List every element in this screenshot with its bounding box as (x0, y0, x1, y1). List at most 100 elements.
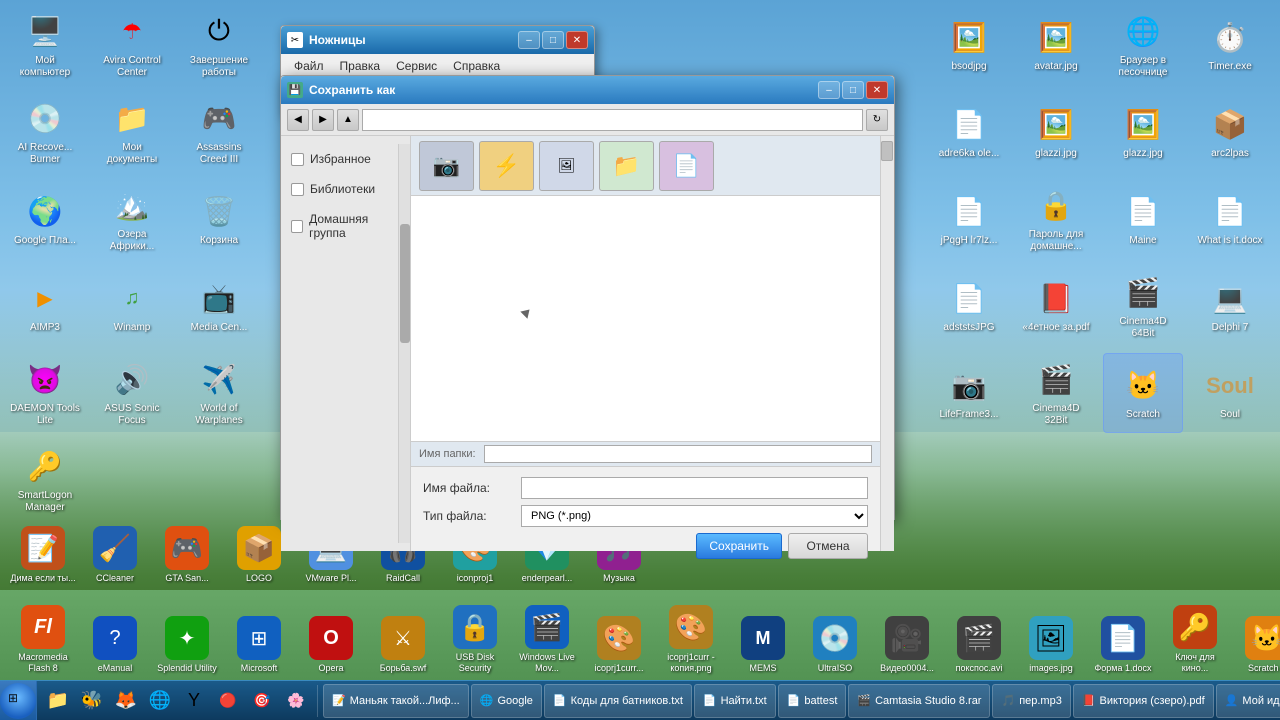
thumbnail-item[interactable]: ⚡ (479, 141, 534, 191)
desktop-icon[interactable]: 📄 adre6ka ole... (929, 92, 1009, 172)
desktop-icon-worldofwarplanes[interactable]: ✈️ World of Warplanes (179, 353, 259, 433)
taskbar-icon-usbsecurity[interactable]: 🔒 USB Disk Security (440, 593, 510, 678)
saveas-refresh-button[interactable]: ↻ (866, 109, 888, 131)
saveas-homegroup-checkbox[interactable] (291, 220, 303, 233)
desktop-icon[interactable]: 💻 Delphi 7 (1190, 266, 1270, 346)
desktop-icon-googleearth[interactable]: 🌍 Google Пла... (5, 179, 85, 259)
desktop-icon[interactable]: 📦 arc2lpas (1190, 92, 1270, 172)
taskbar-app-battest[interactable]: 📄 battest (778, 684, 847, 718)
scissors-close-button[interactable]: ✕ (566, 31, 588, 49)
saveas-libraries-item[interactable]: Библиотеки (281, 174, 410, 204)
saveas-favorites-checkbox[interactable] (291, 153, 304, 166)
taskbar-app-camtasia[interactable]: 🎬 Camtasia Studio 8.rar (848, 684, 990, 718)
thumbnail-item[interactable]: 📄 (659, 141, 714, 191)
desktop-icon[interactable]: 🎬 Cinema4D 32Bit (1016, 353, 1096, 433)
taskbar-icon-mems[interactable]: M MEMS (728, 593, 798, 678)
scissors-maximize-button[interactable]: □ (542, 31, 564, 49)
scissors-menu-service[interactable]: Сервис (388, 56, 445, 76)
taskbar-app-notebook[interactable]: 📝 Маньяк такой...Лиф... (323, 684, 469, 718)
desktop-icon[interactable]: 📄 What is it.docx (1190, 179, 1270, 259)
desktop-icon[interactable]: 📕 «4етное за.pdf (1016, 266, 1096, 346)
quicklaunch-chrome[interactable]: 🌐 (144, 685, 176, 717)
desktop-icon-recycle[interactable]: 🗑️ Корзина (179, 179, 259, 259)
desktop-icon-documents[interactable]: 📁 Мои документы (92, 92, 172, 172)
desktop-icon[interactable]: 🖼️ bsodjpg (929, 5, 1009, 85)
quicklaunch-unknown3[interactable]: 🌸 (280, 685, 312, 717)
taskbar-app-mp3[interactable]: 🎵 пер.mp3 (992, 684, 1070, 718)
desktop-icon-aimp[interactable]: ▶ AIMP3 (5, 266, 85, 346)
saveas-favorites-item[interactable]: Избранное (281, 144, 410, 174)
desktop-icon-asussonic[interactable]: 🔊 ASUS Sonic Focus (92, 353, 172, 433)
desktop-icon-smartlogin[interactable]: 🔑 SmartLogon Manager (5, 440, 85, 520)
taskbar-icon-pokspoc[interactable]: 🎬 покспос.avi (944, 593, 1014, 678)
quicklaunch-firefox[interactable]: 🦊 (110, 685, 142, 717)
desktop-icon-winamp[interactable]: ♫ Winamp (92, 266, 172, 346)
saveas-forward-button[interactable]: ▶ (312, 109, 334, 131)
scissors-menu-help[interactable]: Справка (445, 56, 508, 76)
desktop-icon[interactable]: 📷 LifeFrame3... (929, 353, 1009, 433)
saveas-homegroup-item[interactable]: Домашняя группа (281, 204, 410, 248)
desktop-icon[interactable]: 🖼️ glazzi.jpg (1016, 92, 1096, 172)
desktop-icon[interactable]: 📄 Maine (1103, 179, 1183, 259)
desktop-icon[interactable]: 🖼️ avatar.jpg (1016, 5, 1096, 85)
saveas-filetype-select[interactable]: PNG (*.png) JPG (*.jpg) (521, 505, 868, 527)
quicklaunch-explorer[interactable]: 📁 (42, 685, 74, 717)
desktop-icon-assassins[interactable]: 🎮 Assassins Creed III (179, 92, 259, 172)
taskbar-icon-borba[interactable]: ⚔ Борьба.swf (368, 593, 438, 678)
taskbar-icon-klyuch[interactable]: 🔑 Ключ для кино... (1160, 593, 1230, 678)
scissors-menu-file[interactable]: Файл (286, 56, 332, 76)
taskbar-icon-flash[interactable]: Fl Macromedia Flash 8 (8, 593, 78, 678)
saveas-maximize-button[interactable]: □ (842, 81, 864, 99)
desktop-icon[interactable]: 📄 adststsJPG (929, 266, 1009, 346)
desktop-icon-computer[interactable]: 🖥️ Мой компьютер (5, 5, 85, 85)
taskbar-icon-video[interactable]: 🎥 Видео0004... (872, 593, 942, 678)
start-button[interactable]: ⊞ (0, 681, 37, 720)
taskbar-app-kody[interactable]: 📄 Коды для батников.txt (544, 684, 692, 718)
quicklaunch-unknown2[interactable]: 🎯 (246, 685, 278, 717)
saveas-libraries-checkbox[interactable] (291, 183, 304, 196)
taskbar-app-viktoriya[interactable]: 📕 Виктория (сзеро).pdf (1073, 684, 1214, 718)
taskbar-icon-forma[interactable]: 📄 Форма 1.docx (1088, 593, 1158, 678)
desktop-icon-shutdown[interactable]: ⏻ Завершение работы (179, 5, 259, 85)
thumbnail-item[interactable]: 🖼 (539, 141, 594, 191)
taskbar-icon-windowslive[interactable]: 🎬 Windows Live Mov... (512, 593, 582, 678)
taskbar-app-naiti[interactable]: 📄 Найти.txt (694, 684, 776, 718)
desktop-icon-airecovery[interactable]: 💿 AI Recove... Burner (5, 92, 85, 172)
saveas-cancel-button[interactable]: Отмена (788, 533, 868, 559)
taskbar-icon-icoprj1[interactable]: 🎨 icoprj1curr... (584, 593, 654, 678)
saveas-sidebar-scrollbar[interactable] (398, 144, 410, 543)
desktop-icon-avira[interactable]: ☂ Avira Control Center (92, 5, 172, 85)
taskbar-app-moy[interactable]: 👤 Мой идентифи... (1216, 684, 1280, 718)
desktop-icon-ozera[interactable]: 🏔️ Озера Африки... (92, 179, 172, 259)
taskbar-icon-splendid[interactable]: ✦ Splendid Utility (152, 593, 222, 678)
saveas-save-button[interactable]: Сохранить (696, 533, 782, 559)
folder-name-input[interactable] (484, 445, 872, 463)
desktop-icon[interactable]: 🎬 Cinema4D 64Bit (1103, 266, 1183, 346)
saveas-address-input[interactable] (362, 109, 863, 131)
desktop-icon[interactable]: 🖼️ glazz.jpg (1103, 92, 1183, 172)
scissors-menu-edit[interactable]: Правка (332, 56, 389, 76)
desktop-icon[interactable]: Soul Soul (1190, 353, 1270, 433)
saveas-close-button[interactable]: ✕ (866, 81, 888, 99)
saveas-main-scrollbar[interactable] (880, 136, 894, 551)
saveas-back-button[interactable]: ◀ (287, 109, 309, 131)
desktop-icon-mediacenter[interactable]: 📺 Media Cen... (179, 266, 259, 346)
taskbar-icon-icoprj1-copy[interactable]: 🎨 icoprj1curr - копия.png (656, 593, 726, 678)
desktop-icon[interactable]: 🔒 Пароль для домашне... (1016, 179, 1096, 259)
scissors-minimize-button[interactable]: – (518, 31, 540, 49)
taskbar-icon-microsoft[interactable]: ⊞ Microsoft (224, 593, 294, 678)
taskbar-icon-scratch2[interactable]: 🐱 Scratch 2 (1232, 593, 1280, 678)
quicklaunch-yandex[interactable]: Y (178, 685, 210, 717)
thumbnail-item[interactable]: 📁 (599, 141, 654, 191)
desktop-icon-daemon[interactable]: 👿 DAEMON Tools Lite (5, 353, 85, 433)
taskbar-icon-opera[interactable]: O Opera (296, 593, 366, 678)
desktop-icon[interactable]: ⏱️ Timer.exe (1190, 5, 1270, 85)
saveas-minimize-button[interactable]: – (818, 81, 840, 99)
desktop-icon[interactable]: 🐱 Scratch (1103, 353, 1183, 433)
saveas-up-button[interactable]: ▲ (337, 109, 359, 131)
quicklaunch-unknown1[interactable]: 🔴 (212, 685, 244, 717)
taskbar-icon-emanual[interactable]: ? eManual (80, 593, 150, 678)
quicklaunch-ie[interactable]: 🐝 (76, 685, 108, 717)
saveas-file-area[interactable] (411, 196, 880, 441)
taskbar-icon-images[interactable]: 🖼 images.jpg (1016, 593, 1086, 678)
